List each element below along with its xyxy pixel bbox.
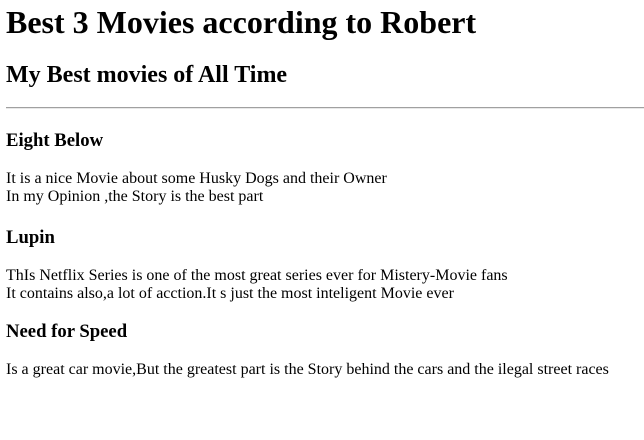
horizontal-divider (6, 107, 644, 109)
movie-title: Eight Below (6, 130, 104, 151)
movie-description: It is a nice Movie about some Husky Dogs… (6, 170, 636, 206)
movie-entry-eight-below: Eight Below It is a nice Movie about som… (6, 130, 636, 206)
description-line: In my Opinion ,the Story is the best par… (6, 188, 264, 205)
movie-entry-lupin: Lupin ThIs Netflix Series is one of the … (6, 227, 636, 303)
description-line: It is a nice Movie about some Husky Dogs… (6, 170, 387, 187)
description-line: Is a great car movie,But the greatest pa… (6, 361, 609, 378)
description-line: ThIs Netflix Series is one of the most g… (6, 267, 508, 284)
movie-description: Is a great car movie,But the greatest pa… (6, 361, 636, 379)
movie-title: Need for Speed (6, 321, 128, 342)
page-title: Best 3 Movies according to Robert (6, 4, 477, 40)
movie-title: Lupin (6, 227, 55, 248)
description-line: It contains also,a lot of acction.It s j… (6, 285, 454, 302)
movie-entry-need-for-speed: Need for Speed Is a great car movie,But … (6, 321, 636, 379)
page-subtitle: My Best movies of All Time (6, 62, 288, 88)
page: Best 3 Movies according to Robert My Bes… (0, 0, 644, 440)
movie-description: ThIs Netflix Series is one of the most g… (6, 267, 636, 303)
